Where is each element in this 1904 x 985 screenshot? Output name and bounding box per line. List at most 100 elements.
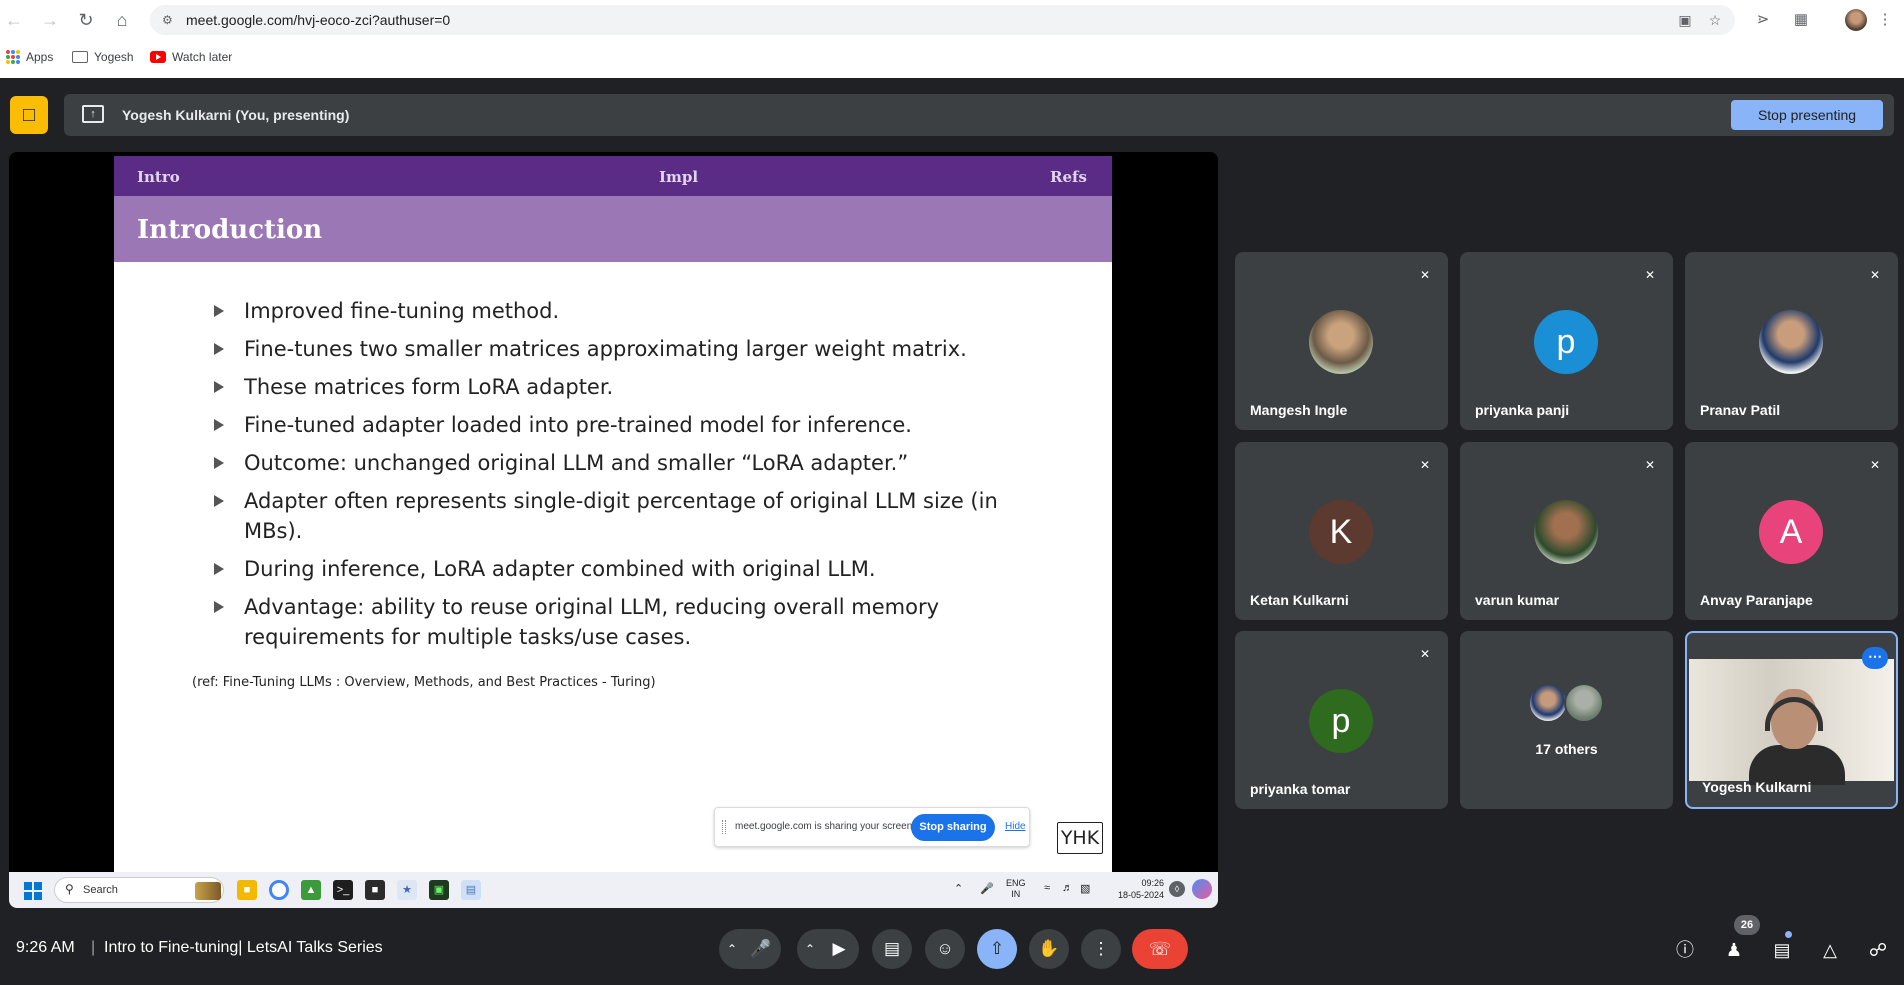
region-label: IN (1011, 889, 1021, 899)
leave-call-button[interactable]: ☏ (1132, 929, 1188, 969)
chrome-icon[interactable] (269, 880, 289, 900)
participant-avatar: p (1309, 689, 1373, 753)
windows-taskbar: ⚲ Search ■ ▲ >_ ■ ★ ▣ ▤ ⌃ 🎤 ENG IN ≈ ♬ ▧ … (9, 872, 1218, 908)
app-icon[interactable]: ▲ (301, 880, 321, 900)
youtube-icon (150, 51, 166, 63)
participant-avatar (1564, 683, 1604, 723)
activities-icon[interactable]: △ (1818, 938, 1842, 962)
wifi-icon[interactable]: ≈ (1044, 882, 1050, 894)
bookmark-apps[interactable]: Apps (6, 48, 53, 66)
slide-nav-bar: Intro Impl Refs (114, 156, 1112, 196)
presenter-label: Yogesh Kulkarni (You, presenting) (122, 107, 350, 123)
stop-sharing-button[interactable]: Stop sharing (911, 814, 995, 841)
copilot-icon[interactable] (1192, 879, 1212, 899)
muted-mic-icon: ✕ (1644, 458, 1656, 472)
more-options-icon[interactable]: ⋯ (1862, 647, 1888, 669)
people-icon[interactable]: ♟ (1722, 938, 1746, 962)
app-icon[interactable]: ▤ (461, 880, 481, 900)
participant-avatar: p (1534, 310, 1598, 374)
audio-settings-chevron-icon[interactable]: ⌃ (721, 929, 743, 969)
muted-mic-icon: ✕ (1419, 268, 1431, 282)
raise-hand-button[interactable]: ✋ (1029, 929, 1069, 969)
host-controls-icon[interactable]: ☍ (1866, 938, 1890, 962)
bookmark-yogesh[interactable]: Yogesh (72, 48, 134, 66)
stop-presenting-button[interactable]: Stop presenting (1731, 100, 1883, 130)
bookmark-watch-later[interactable]: Watch later (150, 48, 232, 66)
muted-mic-icon: ✕ (1869, 458, 1881, 472)
bullet-text: Outcome: unchanged original LLM and smal… (244, 451, 909, 475)
camera-button[interactable]: ▶ (819, 929, 859, 969)
extensions-puzzle-icon[interactable]: ▦ (1790, 9, 1812, 31)
microphone-icon[interactable]: 🎤 (980, 882, 994, 895)
present-screen-button[interactable]: ⇧ (977, 929, 1017, 969)
taskbar-clock[interactable]: 09:26 18-05-2024 (1104, 877, 1164, 901)
muted-mic-icon: ✕ (1419, 458, 1431, 472)
slide-nav-impl: Impl (659, 168, 699, 186)
camera-in-use-icon[interactable]: ▣ (1676, 11, 1694, 29)
file-explorer-icon[interactable]: ■ (237, 880, 257, 900)
site-info-icon[interactable]: ⚙ (162, 12, 178, 28)
participant-tile[interactable]: ✕ p priyanka panji (1460, 252, 1673, 430)
reload-icon[interactable]: ↻ (74, 8, 98, 32)
participant-name: priyanka panji (1475, 402, 1570, 418)
video-settings-chevron-icon[interactable]: ⌃ (799, 929, 821, 969)
extension-icon[interactable]: ⋗ (1752, 9, 1774, 31)
taskbar-search[interactable]: ⚲ Search (54, 877, 224, 903)
bookmark-label: Yogesh (94, 50, 134, 64)
presenting-banner: ↑ Yogesh Kulkarni (You, presenting) Stop… (64, 94, 1894, 136)
bullet-item: Fine-tunes two smaller matrices approxim… (214, 334, 1014, 364)
present-screen-icon: ↑ (82, 105, 104, 123)
participant-name: Anvay Paranjape (1700, 592, 1813, 608)
speaker-icon[interactable]: ♬ (1062, 882, 1073, 894)
address-bar[interactable]: ⚙ meet.google.com/hvj-eoco-zci?authuser=… (150, 5, 1735, 35)
microphone-button[interactable]: 🎤 (741, 929, 781, 969)
captions-button[interactable]: ▤ (872, 929, 912, 969)
console-icon[interactable]: ■ (365, 880, 385, 900)
battery-icon[interactable]: ▧ (1080, 882, 1090, 895)
presentation-slide: Intro Impl Refs Introduction Improved fi… (114, 156, 1112, 872)
meeting-separator: | (91, 939, 96, 956)
windows-start-icon[interactable] (24, 882, 42, 900)
door-icon[interactable]: □ (10, 96, 48, 134)
language-indicator[interactable]: ENG IN (1006, 878, 1026, 900)
app-icon[interactable]: ★ (397, 880, 417, 900)
bookmark-star-icon[interactable]: ☆ (1706, 11, 1724, 29)
drag-handle-icon[interactable] (722, 820, 726, 834)
home-icon[interactable]: ⌂ (110, 8, 134, 32)
browser-menu-icon[interactable]: ⋮ (1874, 9, 1896, 31)
participant-tile[interactable]: ✕ varun kumar (1460, 442, 1673, 620)
meeting-time: 9:26 AM (16, 939, 75, 956)
participant-tile[interactable]: ✕ A Anvay Paranjape (1685, 442, 1898, 620)
profile-avatar[interactable] (1845, 9, 1867, 31)
chat-icon[interactable]: ▤ (1770, 938, 1794, 962)
forward-icon[interactable]: → (38, 8, 62, 32)
emoji-reactions-button[interactable]: ☺ (925, 929, 965, 969)
chevron-up-icon[interactable]: ⌃ (954, 882, 963, 895)
back-icon[interactable]: ← (2, 8, 26, 32)
participant-tile[interactable]: ✕ Pranav Patil (1685, 252, 1898, 430)
hide-link[interactable]: Hide (1005, 821, 1026, 832)
meeting-details-icon[interactable]: ⓘ (1673, 938, 1697, 962)
pycharm-icon[interactable]: ▣ (429, 880, 449, 900)
participant-tile[interactable]: ✕ p priyanka tomar (1235, 631, 1448, 809)
meeting-title: Intro to Fine-tuning| LetsAI Talks Serie… (104, 939, 383, 956)
share-notice-text: meet.google.com is sharing your screen. (735, 821, 916, 832)
notification-bell-icon[interactable]: ◊ (1169, 881, 1185, 897)
self-tile[interactable]: ⋯ Yogesh Kulkarni (1685, 631, 1898, 809)
camera-control-group: ⌃ ▶ (797, 929, 859, 969)
slide-nav-intro: Intro (137, 168, 180, 186)
muted-mic-icon: ✕ (1419, 647, 1431, 661)
presenting-header: □ ↑ Yogesh Kulkarni (You, presenting) St… (0, 78, 1904, 148)
participant-tile[interactable]: ✕ Mangesh Ingle (1235, 252, 1448, 430)
meeting-controls-bar: 9:26 AM | Intro to Fine-tuning| LetsAI T… (0, 918, 1904, 985)
bullet-item: Advantage: ability to reuse original LLM… (214, 592, 1014, 652)
browser-chrome: ← → ↻ ⌂ ⚙ meet.google.com/hvj-eoco-zci?a… (0, 0, 1904, 78)
participant-name: varun kumar (1475, 592, 1560, 608)
participant-name: Ketan Kulkarni (1250, 592, 1349, 608)
browser-toolbar: ← → ↻ ⌂ ⚙ meet.google.com/hvj-eoco-zci?a… (0, 0, 1904, 40)
participant-tile[interactable]: ✕ K Ketan Kulkarni (1235, 442, 1448, 620)
others-tile[interactable]: 17 others (1460, 631, 1673, 809)
more-options-button[interactable]: ⋮ (1081, 929, 1121, 969)
terminal-icon[interactable]: >_ (333, 880, 353, 900)
slide-bullets: Improved fine-tuning method. Fine-tunes … (214, 296, 1014, 660)
